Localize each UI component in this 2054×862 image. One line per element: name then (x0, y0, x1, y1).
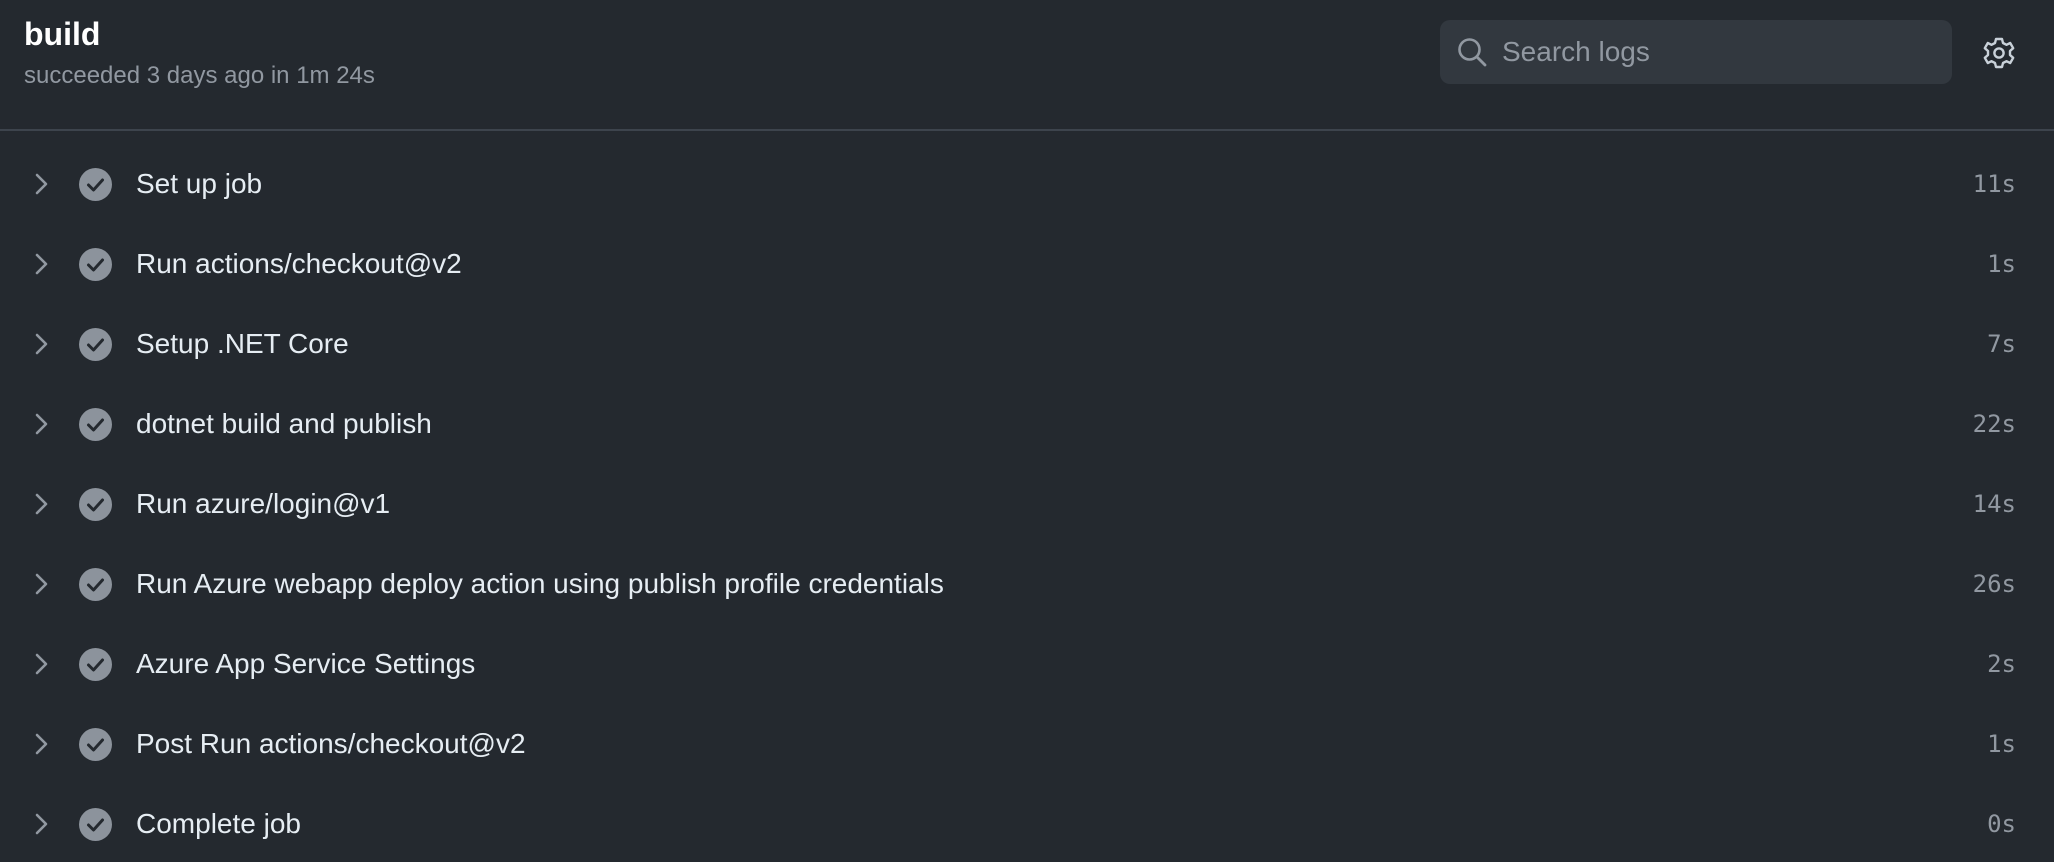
step-duration: 14s (1972, 490, 2016, 518)
step-row[interactable]: Run actions/checkout@v2 1s (0, 224, 2054, 304)
step-duration: 26s (1972, 570, 2016, 598)
step-name: Set up job (136, 168, 263, 199)
step-name: Post Run actions/checkout@v2 (136, 728, 526, 759)
step-row[interactable]: Run Azure webapp deploy action using pub… (0, 544, 2054, 624)
search-box[interactable] (1440, 20, 1952, 84)
step-row[interactable]: Set up job 11s (0, 144, 2054, 224)
job-header: build succeeded 3 days ago in 1m 24s (0, 0, 2054, 131)
job-steps-list: Set up job 11s Run actions/checkout@v2 1s Se… (0, 144, 2054, 862)
check-circle-icon (79, 248, 112, 281)
check-circle-icon (79, 168, 112, 201)
step-duration: 22s (1972, 410, 2016, 438)
chevron-right-icon[interactable] (30, 250, 54, 278)
step-row[interactable]: Azure App Service Settings 2s (0, 624, 2054, 704)
step-row[interactable]: Setup .NET Core 7s (0, 304, 2054, 384)
step-duration: 1s (1987, 730, 2016, 758)
step-duration: 7s (1987, 330, 2016, 358)
step-duration: 2s (1987, 650, 2016, 678)
check-circle-icon (79, 488, 112, 521)
step-row[interactable]: Complete job 0s (0, 784, 2054, 862)
step-row[interactable]: Run azure/login@v1 14s (0, 464, 2054, 544)
chevron-right-icon[interactable] (30, 490, 54, 518)
chevron-right-icon[interactable] (30, 170, 54, 198)
check-circle-icon (79, 648, 112, 681)
chevron-right-icon[interactable] (30, 570, 54, 598)
step-name: Run azure/login@v1 (136, 488, 391, 519)
step-name: Setup .NET Core (136, 328, 349, 359)
job-title: build (24, 16, 101, 52)
step-name: Complete job (136, 808, 301, 839)
check-circle-icon (79, 568, 112, 601)
step-name: Azure App Service Settings (136, 648, 476, 679)
chevron-right-icon[interactable] (30, 730, 54, 758)
chevron-right-icon[interactable] (30, 410, 54, 438)
step-duration: 1s (1987, 250, 2016, 278)
step-name: Run Azure webapp deploy action using pub… (136, 568, 944, 599)
check-circle-icon (79, 808, 112, 841)
check-circle-icon (79, 408, 112, 441)
chevron-right-icon[interactable] (30, 330, 54, 358)
step-name: Run actions/checkout@v2 (136, 248, 462, 279)
step-row[interactable]: Post Run actions/checkout@v2 1s (0, 704, 2054, 784)
step-row[interactable]: dotnet build and publish 22s (0, 384, 2054, 464)
chevron-right-icon[interactable] (30, 810, 54, 838)
job-status-text: succeeded 3 days ago in 1m 24s (24, 62, 375, 89)
search-icon (1458, 38, 1487, 67)
step-duration: 11s (1972, 170, 2016, 198)
check-circle-icon (79, 728, 112, 761)
search-logs-input[interactable] (1502, 20, 1932, 84)
chevron-right-icon[interactable] (30, 650, 54, 678)
gear-icon[interactable] (1982, 36, 2016, 70)
step-duration: 0s (1987, 810, 2016, 838)
check-circle-icon (79, 328, 112, 361)
step-name: dotnet build and publish (136, 408, 432, 439)
